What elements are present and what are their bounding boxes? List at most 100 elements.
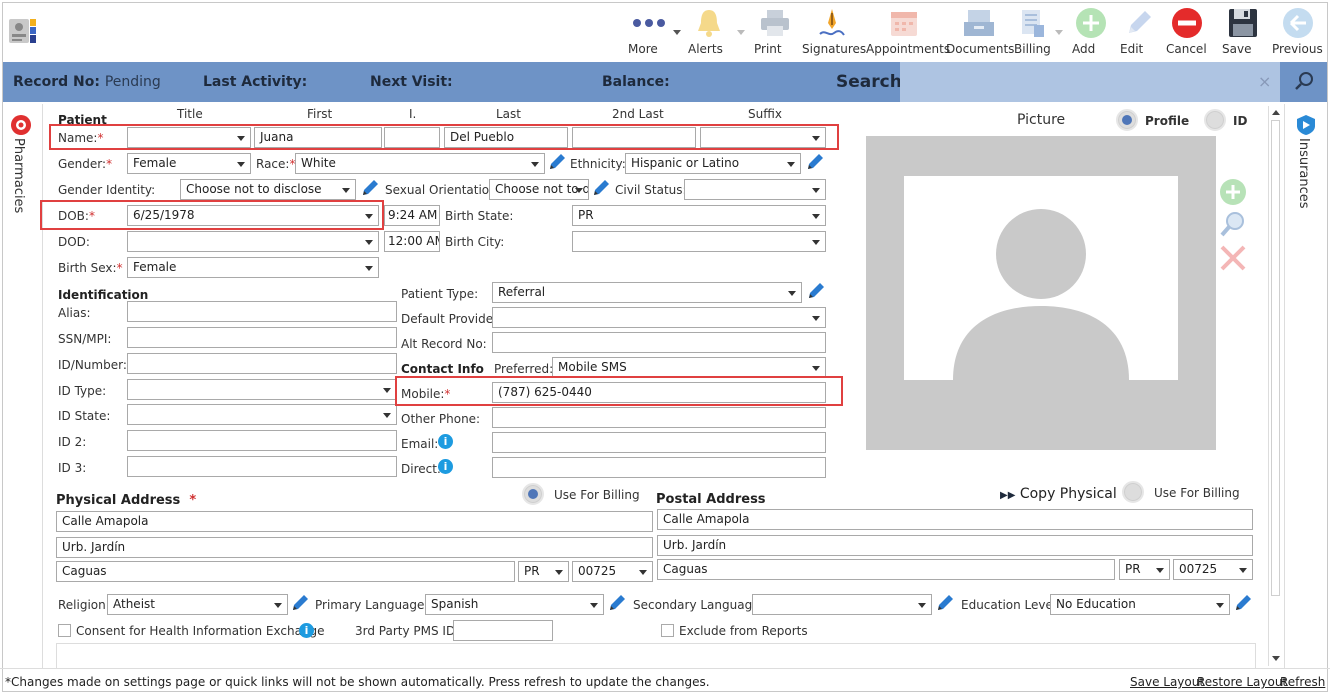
billing-button[interactable]: Billing (1014, 6, 1052, 58)
edit-button[interactable]: Edit (1120, 6, 1158, 58)
gender-identity-select[interactable]: Choose not to disclose (180, 179, 356, 200)
add-button[interactable]: Add (1072, 6, 1110, 58)
consent-info-icon[interactable]: i (299, 623, 314, 638)
appointments-button[interactable]: Appointments (866, 6, 950, 58)
alerts-button[interactable]: Alerts (688, 6, 730, 58)
dod-date-picker[interactable] (127, 231, 379, 252)
primary-language-edit-icon[interactable] (608, 594, 626, 612)
exclude-reports-checkbox[interactable] (661, 624, 674, 637)
sexual-orientation-select[interactable]: Choose not to d (489, 179, 589, 200)
id-type-label: ID Type: (58, 384, 107, 398)
dob-time-input[interactable]: 9:24 AM (384, 205, 440, 226)
race-select[interactable]: White (295, 153, 545, 174)
id-radio[interactable] (1204, 109, 1226, 131)
dod-time-input[interactable]: 12:00 AM (384, 231, 440, 252)
email-input[interactable] (492, 432, 826, 453)
refresh-link[interactable]: Refresh (1280, 675, 1325, 689)
search-icon[interactable] (1280, 62, 1327, 102)
col-title: Title (177, 107, 203, 121)
id3-input[interactable] (127, 456, 397, 477)
search-input[interactable] (900, 62, 1280, 102)
id-state-select[interactable] (127, 404, 397, 425)
documents-button[interactable]: Documents (946, 6, 1014, 58)
gender-identity-edit-icon[interactable] (361, 179, 379, 197)
double-arrow-icon: ▶▶ (1000, 490, 1016, 501)
id-number-label: ID/Number: (58, 358, 127, 372)
education-level-edit-icon[interactable] (1234, 594, 1252, 612)
postal-use-for-billing-radio[interactable] (1122, 481, 1144, 503)
print-button[interactable]: Print (754, 6, 796, 58)
name-highlight (49, 124, 839, 150)
physical-state-select[interactable]: PR (518, 561, 569, 582)
default-provider-select[interactable] (492, 307, 826, 328)
insurances-tab-icon[interactable] (1294, 113, 1318, 137)
direct-info-icon[interactable]: i (438, 459, 453, 474)
alerts-dropdown-icon[interactable] (737, 30, 745, 35)
ethnicity-edit-icon[interactable] (806, 153, 824, 171)
sexual-orientation-edit-icon[interactable] (592, 179, 610, 197)
clear-search-icon[interactable]: × (1258, 72, 1271, 91)
birth-sex-select[interactable]: Female (127, 257, 379, 278)
postal-zip-select[interactable]: 00725 (1173, 559, 1253, 580)
profile-radio[interactable] (1116, 109, 1138, 131)
postal-city-input[interactable]: Caguas (657, 559, 1115, 580)
primary-language-select[interactable]: Spanish (425, 594, 604, 615)
third-party-pms-input[interactable] (453, 620, 553, 641)
postal-address-line1[interactable]: Calle Amapola (657, 509, 1253, 530)
add-picture-icon[interactable] (1219, 178, 1247, 206)
race-edit-icon[interactable] (548, 153, 566, 171)
direct-input[interactable] (492, 457, 826, 478)
email-info-icon[interactable]: i (438, 434, 453, 449)
pharmacies-tab[interactable]: Pharmacies (11, 138, 26, 213)
restore-layout-link[interactable]: Restore Layout (1197, 675, 1287, 689)
other-phone-input[interactable] (492, 407, 826, 428)
more-button[interactable]: More (628, 6, 672, 58)
gender-select[interactable]: Female (127, 153, 251, 174)
physical-city-input[interactable]: Caguas (56, 561, 515, 582)
physical-use-for-billing-radio[interactable] (522, 483, 544, 505)
education-level-select[interactable]: No Education (1050, 594, 1230, 615)
avatar-placeholder-icon (904, 176, 1178, 380)
patient-type-select[interactable]: Referral (492, 282, 802, 303)
previous-button[interactable]: Previous (1272, 6, 1324, 58)
save-layout-link[interactable]: Save Layout (1130, 675, 1204, 689)
signatures-button[interactable]: Signatures (802, 6, 866, 58)
secondary-language-select[interactable] (752, 594, 932, 615)
zoom-picture-icon[interactable] (1219, 210, 1247, 238)
alias-input[interactable] (127, 301, 397, 322)
cancel-button[interactable]: Cancel (1166, 6, 1208, 58)
postal-state-select[interactable]: PR (1119, 559, 1170, 580)
physical-address-line1[interactable]: Calle Amapola (56, 511, 653, 532)
secondary-language-edit-icon[interactable] (936, 594, 954, 612)
footer-note: *Changes made on settings page or quick … (5, 675, 710, 689)
documents-tray-icon (946, 6, 1012, 40)
notes-area[interactable] (56, 643, 1256, 668)
birth-city-select[interactable] (572, 231, 826, 252)
postal-address-line2[interactable]: Urb. Jardín (657, 535, 1253, 556)
save-button[interactable]: Save (1222, 6, 1264, 58)
insurances-tab[interactable]: Insurances (1296, 138, 1311, 209)
birth-state-select[interactable]: PR (572, 205, 826, 226)
billing-dropdown-icon[interactable] (1055, 30, 1063, 35)
form-scrollbar[interactable] (1268, 106, 1282, 666)
religion-edit-icon[interactable] (291, 594, 309, 612)
physical-address-line2[interactable]: Urb. Jardín (56, 537, 653, 558)
id2-input[interactable] (127, 430, 397, 451)
arrow-left-circle-icon (1272, 6, 1324, 40)
ethnicity-select[interactable]: Hispanic or Latino (625, 153, 801, 174)
copy-physical-button[interactable]: ▶▶ Copy Physical (1000, 486, 1117, 502)
preferred-contact-select[interactable]: Mobile SMS (552, 357, 826, 378)
ssn-input[interactable] (127, 327, 397, 348)
pharmacies-tab-icon[interactable] (9, 113, 33, 137)
dob-highlight (40, 200, 384, 230)
physical-zip-select[interactable]: 00725 (572, 561, 653, 582)
id-type-select[interactable] (127, 379, 397, 400)
alt-record-input[interactable] (492, 332, 826, 353)
civil-status-select[interactable] (684, 179, 826, 200)
delete-picture-icon[interactable] (1219, 244, 1247, 272)
more-dropdown-icon[interactable] (673, 30, 681, 35)
religion-select[interactable]: Atheist (107, 594, 288, 615)
consent-checkbox[interactable] (58, 624, 71, 637)
id-number-input[interactable] (127, 353, 397, 374)
patient-type-edit-icon[interactable] (807, 282, 825, 300)
